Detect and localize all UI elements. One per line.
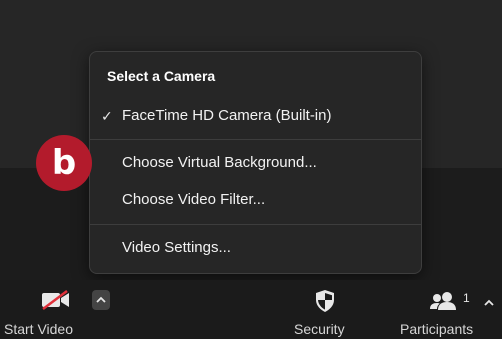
security-label: Security bbox=[294, 321, 345, 337]
start-video-button[interactable]: Start Video bbox=[0, 280, 90, 339]
menu-header: Select a Camera bbox=[107, 68, 216, 84]
video-off-icon bbox=[40, 289, 72, 311]
menu-item-label: Choose Video Filter... bbox=[122, 191, 266, 208]
checkmark-icon: ✓ bbox=[101, 108, 113, 124]
menu-item-label: Video Settings... bbox=[122, 239, 231, 256]
video-settings-item[interactable]: Video Settings... bbox=[90, 234, 421, 262]
camera-option-label: FaceTime HD Camera (Built-in) bbox=[122, 107, 332, 124]
menu-divider bbox=[90, 224, 421, 225]
participants-count: 1 bbox=[463, 291, 470, 305]
menu-item-label: Choose Virtual Background... bbox=[122, 154, 317, 171]
participants-button[interactable]: 1 Participants bbox=[396, 280, 494, 339]
menu-divider bbox=[90, 139, 421, 140]
participants-icon bbox=[429, 291, 459, 311]
chevron-up-icon bbox=[96, 296, 106, 303]
participants-label: Participants bbox=[400, 321, 474, 337]
camera-option-facetime[interactable]: ✓ FaceTime HD Camera (Built-in) bbox=[90, 102, 421, 130]
choose-video-filter-item[interactable]: Choose Video Filter... bbox=[90, 186, 421, 214]
shield-icon bbox=[314, 289, 336, 313]
security-button[interactable]: Security bbox=[287, 280, 365, 339]
chevron-up-icon[interactable] bbox=[484, 294, 494, 312]
annotation-badge: b bbox=[36, 135, 92, 191]
meeting-toolbar: Start Video Security 1 Participants bbox=[0, 280, 502, 339]
video-options-caret[interactable] bbox=[92, 290, 110, 310]
camera-menu: Select a Camera ✓ FaceTime HD Camera (Bu… bbox=[89, 51, 422, 274]
start-video-label: Start Video bbox=[4, 321, 74, 337]
choose-virtual-background-item[interactable]: Choose Virtual Background... bbox=[90, 149, 421, 177]
